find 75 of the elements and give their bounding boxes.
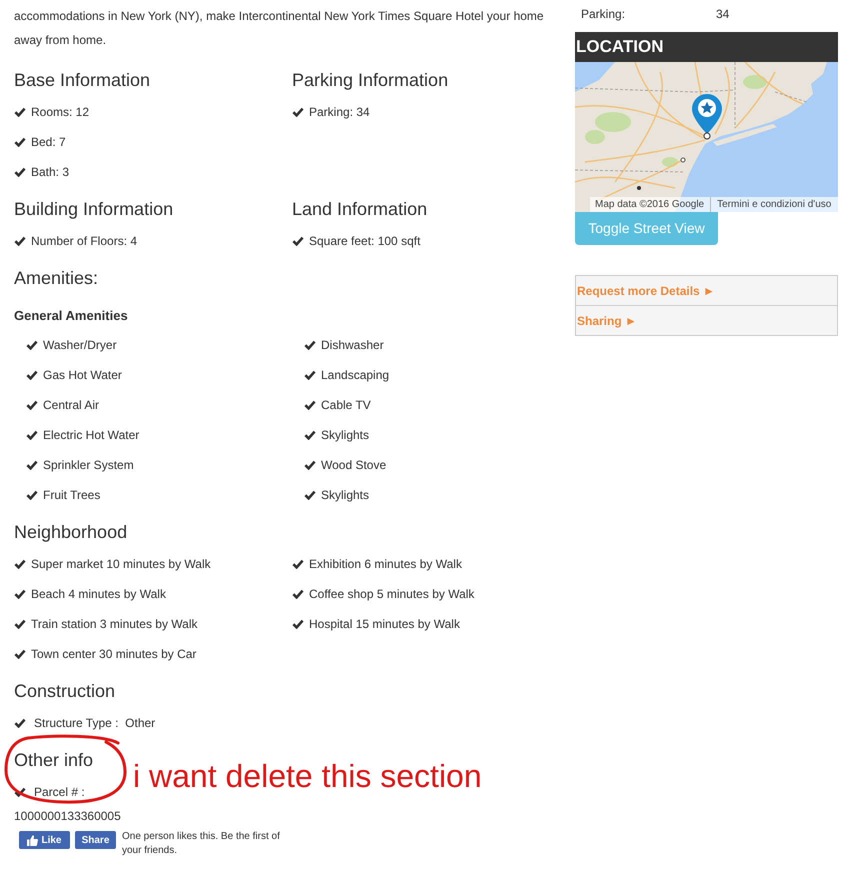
feature-text: Parking: 34 xyxy=(309,104,370,121)
amenity-text: Skylights xyxy=(321,487,370,504)
feature-text: Square feet: 100 sqft xyxy=(309,233,420,250)
like-count-text: One person likes this. Be the first of your friends. xyxy=(122,830,281,858)
feature-text: Rooms: 12 xyxy=(31,104,90,121)
check-icon xyxy=(14,649,26,659)
map-attribution-text: Map data ©2016 Google xyxy=(594,198,706,212)
amenity-text: Fruit Trees xyxy=(43,487,100,504)
section-heading: Building Information xyxy=(14,198,174,221)
amenity-text: Landscaping xyxy=(321,367,390,384)
section-heading: Neighborhood xyxy=(14,521,128,544)
check-icon xyxy=(292,589,304,599)
summary-value: 34 xyxy=(716,6,730,23)
check-icon xyxy=(304,370,316,380)
check-icon xyxy=(14,619,26,629)
check-icon xyxy=(26,430,38,440)
check-icon xyxy=(14,167,26,177)
location-heading: LOCATION xyxy=(575,32,838,62)
neighborhood-text: Coffee shop 5 minutes by Walk xyxy=(309,586,474,603)
check-icon xyxy=(304,460,316,470)
feature-text: Bed: 7 xyxy=(31,134,66,151)
subsection-heading: General Amenities xyxy=(14,307,129,325)
check-icon xyxy=(304,400,316,410)
check-icon xyxy=(292,559,304,569)
neighborhood-text: Exhibition 6 minutes by Walk xyxy=(309,556,462,573)
feature-text: Bath: 3 xyxy=(31,164,70,181)
neighborhood-text: Town center 30 minutes by Car xyxy=(31,646,196,663)
check-icon xyxy=(304,430,316,440)
neighborhood-text: Beach 4 minutes by Walk xyxy=(31,586,166,603)
parcel-label: Parcel # : xyxy=(34,784,85,801)
section-heading: Base Information xyxy=(14,69,152,92)
check-icon xyxy=(292,107,304,117)
amenity-text: Wood Stove xyxy=(321,457,386,474)
neighborhood-text: Super market 10 minutes by Walk xyxy=(31,556,211,573)
check-icon xyxy=(14,107,26,117)
check-icon xyxy=(14,718,26,728)
map-pin-icon xyxy=(692,94,722,140)
amenity-text: Dishwasher xyxy=(321,337,384,354)
section-heading: Parking Information xyxy=(292,69,450,92)
check-icon xyxy=(14,236,26,246)
feature-text: Number of Floors: 4 xyxy=(31,233,138,250)
amenity-text: Electric Hot Water xyxy=(43,427,140,444)
check-icon xyxy=(14,559,26,569)
amenity-text: Sprinkler System xyxy=(43,457,134,474)
check-icon xyxy=(14,589,26,599)
section-heading: Construction xyxy=(14,680,116,703)
summary-label: Parking: xyxy=(581,6,626,23)
check-icon xyxy=(26,370,38,380)
neighborhood-text: Hospital 15 minutes by Walk xyxy=(309,616,460,633)
check-icon xyxy=(292,619,304,629)
amenity-text: Central Air xyxy=(43,397,100,414)
description-text: accommodations in New York (NY), make Intercontinental New York Times Square Hotel your home away from home. xyxy=(14,8,545,49)
check-icon xyxy=(26,490,38,500)
check-icon xyxy=(304,490,316,500)
parcel-number: 1000000133360005 xyxy=(14,808,121,825)
annotation-text: i want delete this section xyxy=(133,758,482,794)
neighborhood-text: Train station 3 minutes by Walk xyxy=(31,616,198,633)
amenity-text: Cable TV xyxy=(321,397,371,414)
section-heading: Other info xyxy=(14,749,94,772)
section-heading: Land Information xyxy=(292,198,428,221)
check-icon xyxy=(26,460,38,470)
amenity-text: Gas Hot Water xyxy=(43,367,122,384)
check-icon xyxy=(26,400,38,410)
check-icon xyxy=(14,787,26,797)
like-button[interactable]: Like xyxy=(19,831,70,849)
amenity-text: Skylights xyxy=(321,427,370,444)
check-icon xyxy=(292,236,304,246)
check-icon xyxy=(304,340,316,350)
thumbs-up-icon xyxy=(27,834,38,846)
construction-text: Structure Type : Other xyxy=(34,715,156,732)
section-heading: Amenities: xyxy=(14,267,100,290)
amenity-text: Washer/Dryer xyxy=(43,337,117,354)
check-icon xyxy=(14,137,26,147)
check-icon xyxy=(26,340,38,350)
share-button[interactable]: Share xyxy=(75,831,116,849)
